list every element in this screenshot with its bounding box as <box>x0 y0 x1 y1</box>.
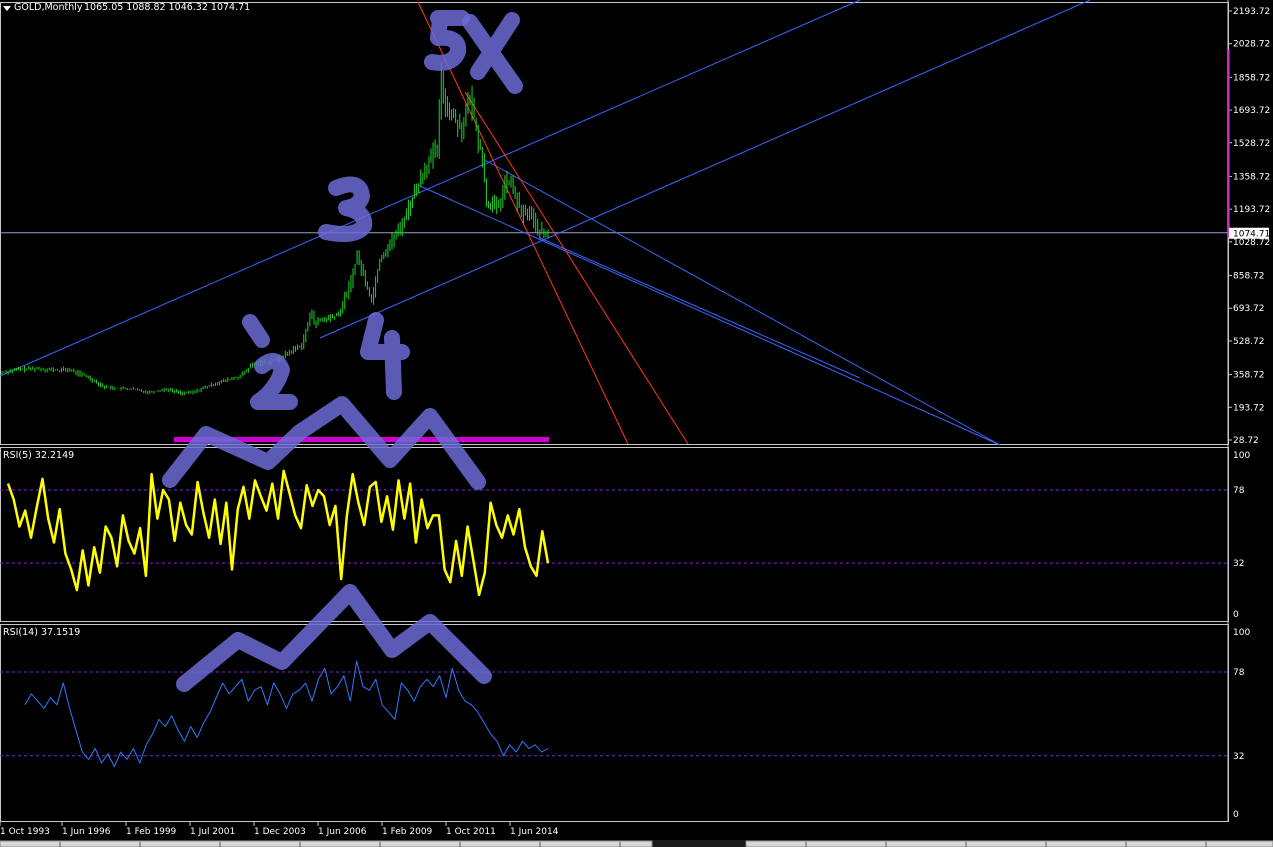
rsi-tick-label: 100 <box>1233 628 1250 638</box>
x-tick-label: 1 Jun 1996 <box>62 827 111 837</box>
rsi-tick-label: 0 <box>1233 810 1239 820</box>
price-tick-label: 1358.72 <box>1233 172 1270 182</box>
price-tick-label: 2028.72 <box>1233 40 1270 50</box>
x-axis: 1 Oct 1993 1 Jun 1996 1 Feb 1999 1 Jul 2001… <box>0 822 559 837</box>
rsi14-title: RSI(14) 37.1519 <box>3 627 81 638</box>
trend-line <box>319 0 1091 339</box>
trend-line <box>539 237 861 379</box>
collapse-triangle-icon[interactable] <box>3 6 11 11</box>
x-tick-label: 1 Jun 2006 <box>318 827 367 837</box>
red-channel-line <box>464 91 689 445</box>
ohlc-values: 1065.05 1088.82 1046.32 1074.71 <box>84 2 251 13</box>
annotation-wave-upper <box>162 396 486 490</box>
price-tick-label: 1693.72 <box>1233 106 1270 116</box>
rsi-tick-label: 32 <box>1233 752 1244 762</box>
trend-line <box>419 185 1001 446</box>
tab-bar <box>745 840 1273 847</box>
rsi5-title: RSI(5) 32.2149 <box>3 450 75 461</box>
rsi-tick-label: 78 <box>1233 486 1245 496</box>
price-tick-label: 28.72 <box>1233 436 1259 446</box>
price-tick-label: 693.72 <box>1233 304 1265 314</box>
annotation-tick <box>242 314 270 348</box>
price-axis: 2193.72 2028.72 1858.72 1693.72 1528.72 1358.… <box>0 7 1270 446</box>
annotation-four <box>360 312 410 400</box>
panel-frame <box>0 2 1229 445</box>
rsi-tick-label: 78 <box>1233 668 1245 678</box>
annotation-five <box>424 10 470 71</box>
price-tick-label: 1528.72 <box>1233 139 1270 149</box>
annotation-three <box>318 176 373 242</box>
symbol-title: GOLD,Monthly <box>14 2 83 13</box>
price-tick-label: 1193.72 <box>1233 205 1270 215</box>
x-tick-label: 1 Oct 2011 <box>446 827 496 837</box>
tab-bar <box>0 840 653 847</box>
annotation-wave-lower <box>176 584 492 692</box>
price-tick-label: 193.72 <box>1233 403 1265 413</box>
handwritten-annotations <box>162 10 523 692</box>
rsi-tick-label: 0 <box>1233 610 1239 620</box>
price-tick-label: 2193.72 <box>1233 7 1270 17</box>
candles <box>1 62 549 396</box>
chart-canvas: 2193.72 2028.72 1858.72 1693.72 1528.72 1358.… <box>0 0 1273 847</box>
panel-frame <box>0 624 1229 822</box>
rsi5-panel: 100 78 32 0 <box>0 451 1250 620</box>
annotation-two <box>250 352 298 410</box>
bottom-tabs <box>0 840 1273 847</box>
x-tick-label: 1 Jun 2014 <box>510 827 559 837</box>
x-tick-label: 1 Oct 1993 <box>0 827 50 837</box>
last-price-label: 1074.71 <box>1233 230 1270 240</box>
rsi14-panel: 100 78 32 0 <box>0 628 1250 820</box>
x-tick-label: 1 Jul 2001 <box>190 827 235 837</box>
trend-line <box>484 159 1001 446</box>
rsi-tick-label: 100 <box>1233 451 1250 461</box>
annotation-x <box>462 12 523 94</box>
price-tick-label: 1858.72 <box>1233 73 1270 83</box>
x-tick-label: 1 Dec 2003 <box>254 827 306 837</box>
x-tick-label: 1 Feb 2009 <box>382 827 433 837</box>
panel-frames <box>0 0 1229 822</box>
price-tick-label: 358.72 <box>1233 371 1265 381</box>
rsi-series-line <box>24 660 549 768</box>
price-tick-label: 858.72 <box>1233 272 1265 282</box>
trend-lines <box>0 0 1091 446</box>
price-tick-label: 528.72 <box>1233 337 1265 347</box>
rsi-tick-label: 32 <box>1233 559 1244 569</box>
x-tick-label: 1 Feb 1999 <box>126 827 177 837</box>
